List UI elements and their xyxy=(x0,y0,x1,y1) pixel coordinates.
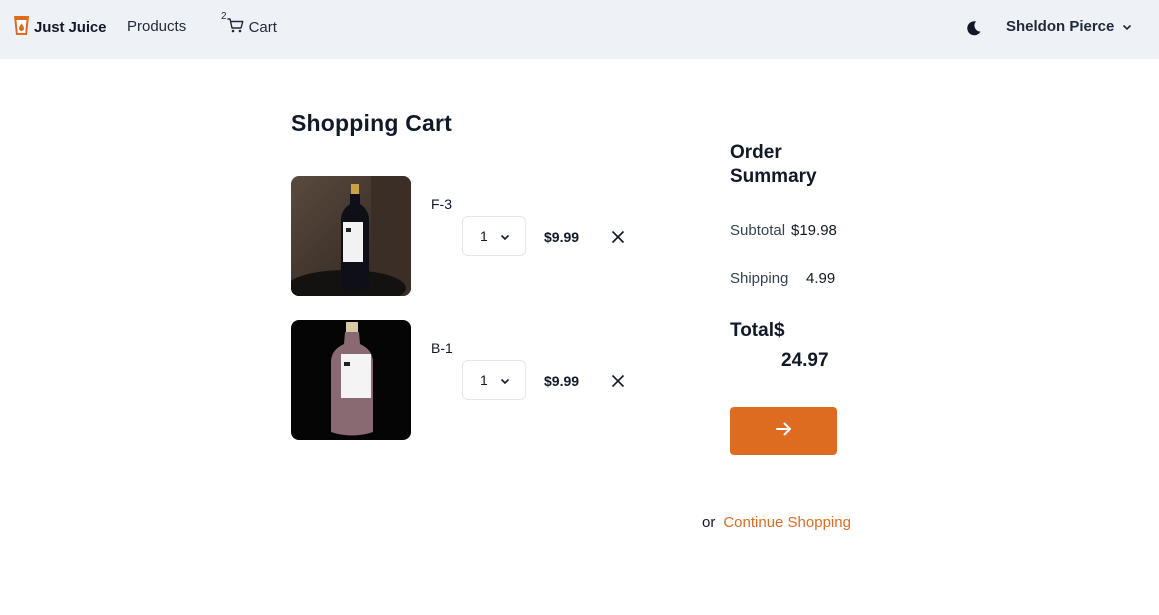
nav-cart-link[interactable]: 2 Cart xyxy=(221,12,277,37)
product-name[interactable]: F-3 xyxy=(431,196,452,212)
cart-label: Cart xyxy=(248,19,277,36)
brand-logo-link[interactable]: Just Juice xyxy=(12,14,107,41)
subtotal-label: Subtotal xyxy=(730,222,786,239)
shipping-label: Shipping xyxy=(730,270,789,287)
item-price: $9.99 xyxy=(544,373,580,389)
chevron-down-icon xyxy=(1122,18,1132,35)
user-menu-button[interactable]: Sheldon Pierce xyxy=(1006,18,1132,35)
total-label: Total$ xyxy=(730,320,785,341)
page-title: Shopping Cart xyxy=(291,110,453,136)
cart-item: F-3 1 $9.99 xyxy=(291,176,651,296)
quantity-select[interactable]: 1 xyxy=(462,216,526,256)
quantity-select[interactable]: 1 xyxy=(462,360,526,400)
shipping-value: 4.99 xyxy=(806,270,836,287)
product-image[interactable] xyxy=(291,176,411,296)
juice-cup-icon xyxy=(12,14,31,41)
cart-icon xyxy=(227,18,244,37)
subtotal-value: $19.98 xyxy=(791,222,837,239)
chevron-down-icon xyxy=(500,228,510,244)
arrow-right-icon xyxy=(775,422,792,441)
chevron-down-icon xyxy=(500,372,510,388)
navbar: Just Juice Products 2 Cart Sheldon Pierc… xyxy=(0,0,1159,59)
total-value: 24.97 xyxy=(781,350,829,371)
brand-name: Just Juice xyxy=(34,18,107,36)
item-price: $9.99 xyxy=(544,229,580,245)
continue-shopping-link[interactable]: Continue Shopping xyxy=(723,514,851,531)
quantity-value: 1 xyxy=(480,372,488,388)
product-image[interactable] xyxy=(291,320,411,440)
dark-mode-toggle-icon[interactable] xyxy=(965,20,982,42)
cart-item: B-1 1 $9.99 xyxy=(291,320,651,440)
or-text: or xyxy=(702,514,716,531)
checkout-button[interactable] xyxy=(730,407,837,455)
user-name: Sheldon Pierce xyxy=(1006,18,1115,35)
quantity-value: 1 xyxy=(480,228,488,244)
order-summary-title: Order Summary xyxy=(730,142,817,187)
remove-item-close-icon[interactable] xyxy=(611,230,625,244)
continue-shopping-row: or Continue Shopping xyxy=(702,514,851,531)
remove-item-close-icon[interactable] xyxy=(611,374,625,388)
nav-products-link[interactable]: Products xyxy=(127,18,186,35)
product-name[interactable]: B-1 xyxy=(431,340,453,356)
